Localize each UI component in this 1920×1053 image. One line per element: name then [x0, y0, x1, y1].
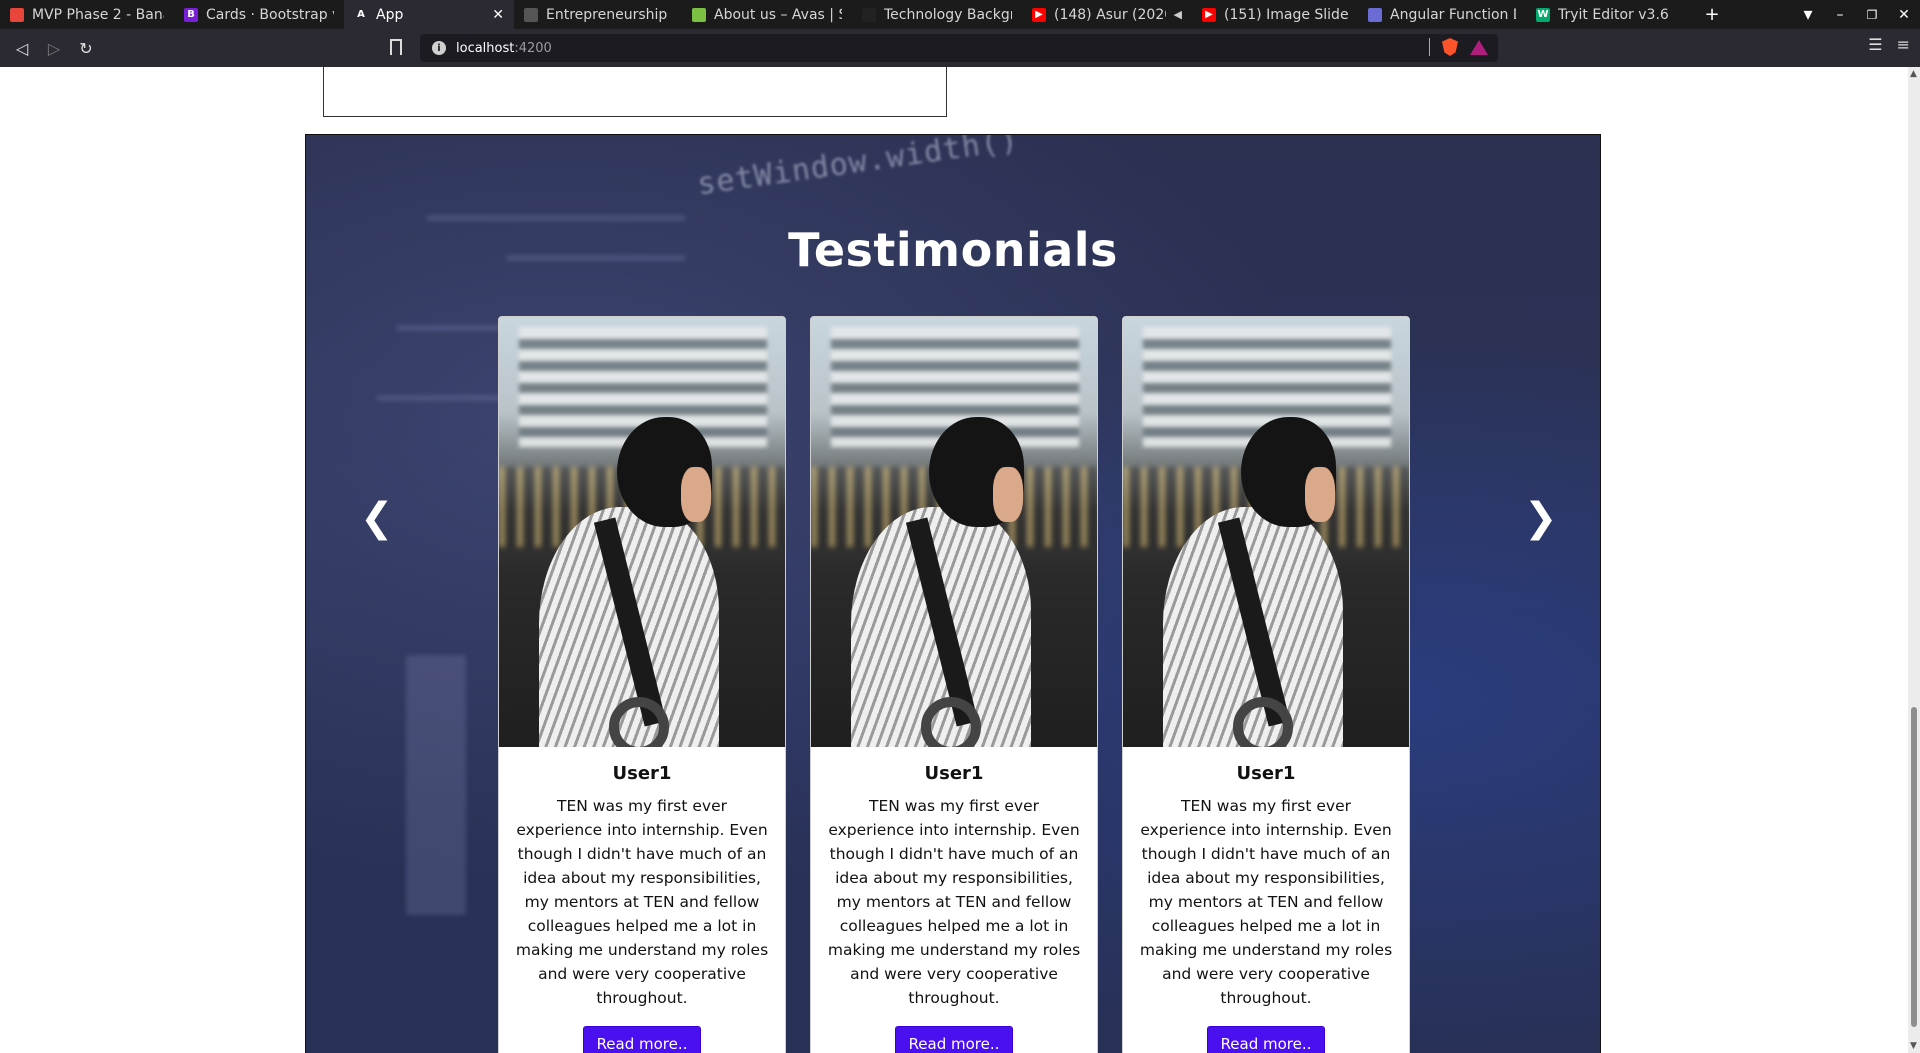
brave-shields-icon[interactable] — [1442, 38, 1458, 56]
tab-technology-background[interactable]: Technology Backgro — [852, 0, 1022, 29]
angular-icon: A — [357, 9, 365, 20]
address-bar[interactable]: i localhost:4200 — [420, 34, 1498, 62]
tab-title: Entrepreneurship | — [546, 6, 672, 23]
youtube-icon: ▶ — [1032, 7, 1046, 22]
background-decoration — [426, 215, 686, 221]
brave-rewards-icon[interactable] — [1470, 39, 1488, 55]
browser-toolbar: ◁ ▷ ↻ i localhost:4200 ☰ ≡ — [0, 29, 1920, 67]
w3schools-icon: W — [1536, 7, 1550, 22]
close-window-icon[interactable]: ✕ — [1888, 0, 1920, 29]
toolbar-actions: ☰ ≡ — [1868, 35, 1910, 54]
tab-cards-bootstrap[interactable]: B Cards · Bootstrap v — [174, 0, 344, 29]
back-icon[interactable]: ◁ — [6, 32, 38, 64]
section-title: Testimonials — [788, 223, 1118, 277]
site-info-icon[interactable]: i — [432, 41, 446, 55]
bookmark-icon[interactable] — [390, 39, 402, 55]
youtube-icon: ▶ — [1202, 7, 1216, 22]
tab-title: (148) Asur (2020 — [1054, 6, 1166, 23]
carousel-prev-button[interactable]: ❮ — [360, 495, 394, 541]
card-body: User1 TEN was my first ever experience i… — [1123, 747, 1409, 1053]
tab-list-icon[interactable]: ▾ — [1792, 0, 1824, 29]
minimize-icon[interactable]: – — [1824, 0, 1856, 29]
tab-angular-function[interactable]: Angular Function D — [1358, 0, 1526, 29]
divider — [1429, 38, 1430, 56]
page-viewport: setWindow.width() Testimonials ❮ ❯ User1… — [0, 67, 1920, 1053]
tab-title: Tryit Editor v3.6 — [1558, 6, 1669, 23]
doc-icon — [1368, 7, 1382, 22]
tab-app[interactable]: A App ✕ — [344, 0, 514, 29]
tab-title: (151) Image Slider - — [1224, 6, 1348, 23]
close-icon[interactable]: ✕ — [492, 7, 504, 23]
tab-title: About us – Avas | St — [714, 6, 842, 23]
scrollbar-thumb[interactable] — [1911, 707, 1917, 1027]
address-bar-actions — [1429, 38, 1488, 56]
testimonial-card: User1 TEN was my first ever experience i… — [1122, 316, 1410, 1053]
read-more-button[interactable]: Read more.. — [1206, 1026, 1326, 1053]
tab-title: App — [376, 6, 404, 23]
media-icon[interactable]: ☰ — [1868, 35, 1882, 54]
testimonial-text: TEN was my first ever experience into in… — [1139, 797, 1393, 1007]
read-more-button[interactable]: Read more.. — [894, 1026, 1014, 1053]
card-body: User1 TEN was my first ever experience i… — [811, 747, 1097, 1053]
tab-youtube-asur[interactable]: ▶ (148) Asur (2020 ◀ — [1022, 0, 1192, 29]
url-text[interactable]: localhost:4200 — [456, 41, 552, 56]
user-name: User1 — [1236, 763, 1296, 784]
user-photo — [499, 317, 785, 747]
tab-title: Angular Function D — [1390, 6, 1516, 23]
card-body: User1 TEN was my first ever experience i… — [499, 747, 785, 1053]
user-photo — [1123, 317, 1409, 747]
tab-mvp-phase[interactable]: MVP Phase 2 - Bana — [0, 0, 174, 29]
speaker-icon[interactable]: ◀ — [1174, 8, 1182, 21]
avas-icon — [692, 7, 706, 22]
url-port: :4200 — [514, 40, 552, 56]
tab-about-avas[interactable]: About us – Avas | St — [682, 0, 852, 29]
photo-person-face — [993, 467, 1023, 522]
new-tab-button[interactable]: + — [1696, 0, 1728, 29]
photo-person-face — [1305, 467, 1335, 522]
page-scrollbar[interactable]: ▲ ▼ — [1908, 67, 1920, 1053]
tab-title: Technology Backgro — [884, 6, 1012, 23]
figma-icon — [10, 7, 24, 22]
window-controls: ▾ – ❐ ✕ — [1792, 0, 1920, 29]
testimonial-text: TEN was my first ever experience into in… — [827, 797, 1081, 1007]
scroll-up-icon[interactable]: ▲ — [1910, 69, 1917, 79]
testimonials-section: setWindow.width() Testimonials ❮ ❯ User1… — [305, 134, 1601, 1053]
bootstrap-icon: B — [184, 7, 198, 22]
background-code-text: setWindow.width() — [695, 134, 1021, 203]
previous-section-box — [323, 67, 947, 117]
user-name: User1 — [924, 763, 984, 784]
tab-youtube-image-slider[interactable]: ▶ (151) Image Slider - — [1192, 0, 1358, 29]
url-host: localhost — [456, 40, 515, 56]
scroll-down-icon[interactable]: ▼ — [1910, 1041, 1917, 1051]
forward-icon[interactable]: ▷ — [38, 32, 70, 64]
testimonial-text: TEN was my first ever experience into in… — [515, 797, 769, 1007]
site-icon — [862, 7, 876, 22]
testimonial-card: User1 TEN was my first ever experience i… — [498, 316, 786, 1053]
site-icon — [524, 7, 538, 22]
reload-icon[interactable]: ↻ — [70, 32, 102, 64]
user-photo — [811, 317, 1097, 747]
background-decoration — [406, 655, 466, 915]
browser-tab-strip: MVP Phase 2 - Bana B Cards · Bootstrap v… — [0, 0, 1920, 29]
restore-icon[interactable]: ❐ — [1856, 0, 1888, 29]
tab-title: Cards · Bootstrap v — [206, 6, 334, 23]
tab-entrepreneurship[interactable]: Entrepreneurship | — [514, 0, 682, 29]
read-more-button[interactable]: Read more.. — [582, 1026, 702, 1053]
photo-person-face — [681, 467, 711, 522]
menu-icon[interactable]: ≡ — [1897, 35, 1910, 54]
carousel-next-button[interactable]: ❯ — [1524, 495, 1558, 541]
user-name: User1 — [612, 763, 672, 784]
testimonial-card: User1 TEN was my first ever experience i… — [810, 316, 1098, 1053]
tab-title: MVP Phase 2 - Bana — [32, 6, 164, 23]
tab-tryit-editor[interactable]: W Tryit Editor v3.6 — [1526, 0, 1696, 29]
